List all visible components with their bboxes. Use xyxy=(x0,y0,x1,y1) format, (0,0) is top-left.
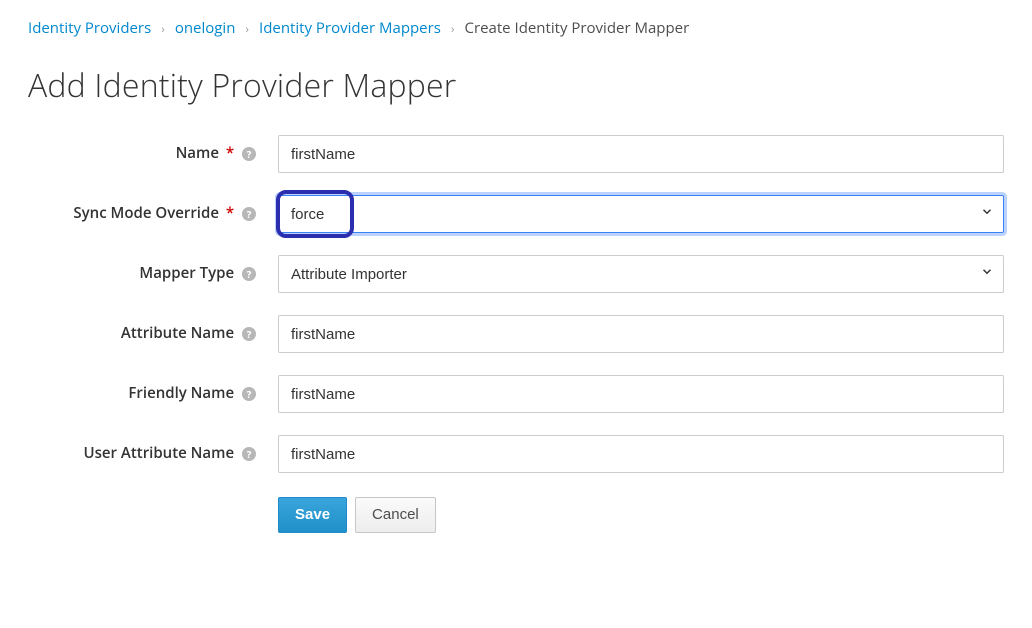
mapper-form: Name * ? Sync Mode Override * ? force xyxy=(28,135,1004,533)
attribute-name-input[interactable] xyxy=(278,315,1004,353)
help-icon[interactable]: ? xyxy=(242,387,256,401)
name-label: Name xyxy=(176,143,219,163)
cancel-button[interactable]: Cancel xyxy=(355,497,436,533)
breadcrumb-current: Create Identity Provider Mapper xyxy=(465,18,690,38)
help-icon[interactable]: ? xyxy=(242,207,256,221)
mapper-type-select[interactable]: Attribute Importer xyxy=(278,255,1004,293)
chevron-right-icon: › xyxy=(161,20,165,37)
field-row-sync-mode: Sync Mode Override * ? force xyxy=(28,195,1004,233)
help-icon[interactable]: ? xyxy=(242,447,256,461)
help-icon[interactable]: ? xyxy=(242,267,256,281)
field-row-mapper-type: Mapper Type ? Attribute Importer xyxy=(28,255,1004,293)
field-row-name: Name * ? xyxy=(28,135,1004,173)
sync-mode-label: Sync Mode Override xyxy=(73,203,219,223)
breadcrumb-link-identity-providers[interactable]: Identity Providers xyxy=(28,18,151,38)
page-title: Add Identity Provider Mapper xyxy=(28,64,1004,107)
breadcrumb: Identity Providers › onelogin › Identity… xyxy=(28,18,1004,38)
field-row-attribute-name: Attribute Name ? xyxy=(28,315,1004,353)
mapper-type-select-wrap: Attribute Importer xyxy=(278,255,1004,293)
mapper-type-label: Mapper Type xyxy=(139,263,234,283)
friendly-name-input[interactable] xyxy=(278,375,1004,413)
required-asterisk: * xyxy=(226,203,234,223)
chevron-right-icon: › xyxy=(451,20,455,37)
user-attribute-name-input[interactable] xyxy=(278,435,1004,473)
help-icon[interactable]: ? xyxy=(242,327,256,341)
help-icon[interactable]: ? xyxy=(242,147,256,161)
breadcrumb-link-onelogin[interactable]: onelogin xyxy=(175,18,236,38)
attribute-name-label: Attribute Name xyxy=(121,323,234,343)
field-row-friendly-name: Friendly Name ? xyxy=(28,375,1004,413)
sync-mode-select[interactable]: force xyxy=(278,195,1004,233)
user-attribute-name-label: User Attribute Name xyxy=(83,443,234,463)
button-row: Save Cancel xyxy=(28,495,1004,533)
name-input[interactable] xyxy=(278,135,1004,173)
required-asterisk: * xyxy=(226,143,234,163)
sync-mode-select-wrap: force xyxy=(278,195,1004,233)
breadcrumb-link-mappers[interactable]: Identity Provider Mappers xyxy=(259,18,441,38)
chevron-right-icon: › xyxy=(245,20,249,37)
field-row-user-attribute-name: User Attribute Name ? xyxy=(28,435,1004,473)
friendly-name-label: Friendly Name xyxy=(128,383,234,403)
save-button[interactable]: Save xyxy=(278,497,347,533)
